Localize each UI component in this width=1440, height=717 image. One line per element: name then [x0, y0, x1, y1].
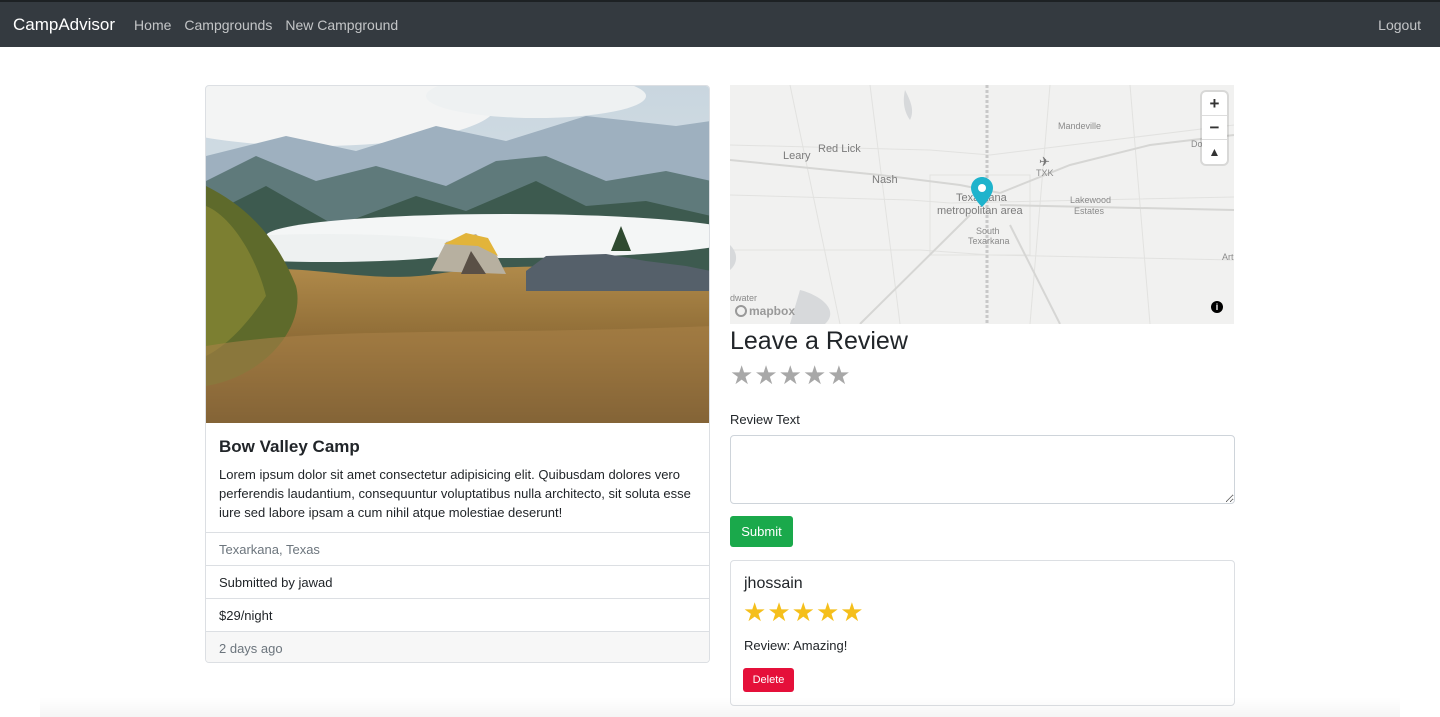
- mapbox-logo-icon: [735, 305, 747, 317]
- rating-star-5[interactable]: ★: [827, 362, 850, 388]
- rating-star-2[interactable]: ★: [754, 362, 777, 388]
- map-label-red-lick: Red Lick: [818, 143, 861, 155]
- bottom-shadow: [40, 697, 1400, 717]
- review-rating: ★ ★ ★ ★ ★: [743, 599, 864, 625]
- review-star-icon: ★: [840, 597, 864, 627]
- mapbox-logo-text: mapbox: [749, 304, 796, 318]
- map[interactable]: Red Lick Leary Nash Mandeville TXK Texar…: [730, 85, 1234, 324]
- mapbox-logo[interactable]: mapbox: [735, 304, 795, 318]
- map-label-leary: Leary: [783, 150, 811, 162]
- campground-submitted-by: Submitted by jawad: [206, 566, 709, 599]
- campground-description: Lorem ipsum dolor sit amet consectetur a…: [219, 467, 691, 520]
- map-label-estates: Estates: [1074, 206, 1105, 216]
- review-form-heading: Leave a Review: [730, 327, 908, 355]
- nav-link-home[interactable]: Home: [134, 17, 171, 33]
- map-label-art: Art: [1222, 252, 1234, 262]
- rating-star-1[interactable]: ★: [730, 362, 753, 388]
- rating-star-3[interactable]: ★: [779, 362, 802, 388]
- map-label-lakewood: Lakewood: [1070, 195, 1112, 205]
- review-star-icon: ★: [791, 597, 815, 627]
- review-text: Review: Amazing!: [744, 638, 848, 653]
- review-star-icon: ★: [767, 597, 791, 627]
- campground-title: Bow Valley Camp: [219, 437, 360, 456]
- map-label-dc: Do: [1191, 139, 1203, 149]
- rating-input: ★ ★ ★ ★ ★: [730, 362, 851, 388]
- campground-age: 2 days ago: [206, 632, 709, 662]
- delete-review-button[interactable]: Delete: [743, 668, 794, 692]
- map-label-texarkana-south: Texarkana: [968, 236, 1010, 246]
- campground-location: Texarkana, Texas: [206, 533, 709, 566]
- review-text-label: Review Text: [730, 412, 800, 427]
- map-label-nash: Nash: [872, 174, 898, 186]
- brand-logo[interactable]: CampAdvisor: [13, 15, 115, 35]
- map-label-mandeville: Mandeville: [1058, 121, 1102, 131]
- nav-link-new-campground[interactable]: New Campground: [285, 17, 398, 33]
- logout-link[interactable]: Logout: [1378, 17, 1421, 33]
- airport-icon: ✈: [1039, 154, 1050, 169]
- campground-card-body: Bow Valley Camp Lorem ipsum dolor sit am…: [206, 423, 709, 533]
- review-star-icon: ★: [815, 597, 840, 627]
- zoom-in-button[interactable]: +: [1202, 92, 1227, 116]
- zoom-out-button[interactable]: −: [1202, 116, 1227, 140]
- review-text-input[interactable]: [730, 435, 1235, 504]
- review-author: jhossain: [744, 575, 803, 592]
- rating-star-4[interactable]: ★: [803, 362, 826, 388]
- review-card: jhossain ★ ★ ★ ★ ★ Review: Amazing! Dele…: [730, 560, 1235, 706]
- map-label-edgewater: dwater: [730, 293, 758, 303]
- submit-review-button[interactable]: Submit: [730, 516, 793, 547]
- nav-link-campgrounds[interactable]: Campgrounds: [184, 17, 272, 33]
- campground-photo: [206, 86, 709, 423]
- map-controls: + − ▲: [1202, 92, 1227, 164]
- compass-button[interactable]: ▲: [1202, 140, 1227, 164]
- campground-price: $29/night: [206, 599, 709, 632]
- campground-card: Bow Valley Camp Lorem ipsum dolor sit am…: [205, 85, 710, 663]
- map-pin-icon[interactable]: [971, 177, 993, 207]
- navbar: CampAdvisor Home Campgrounds New Campgro…: [0, 0, 1440, 47]
- map-label-south: South: [976, 226, 1000, 236]
- attribution-info-icon[interactable]: i: [1211, 301, 1223, 313]
- review-star-icon: ★: [743, 597, 767, 627]
